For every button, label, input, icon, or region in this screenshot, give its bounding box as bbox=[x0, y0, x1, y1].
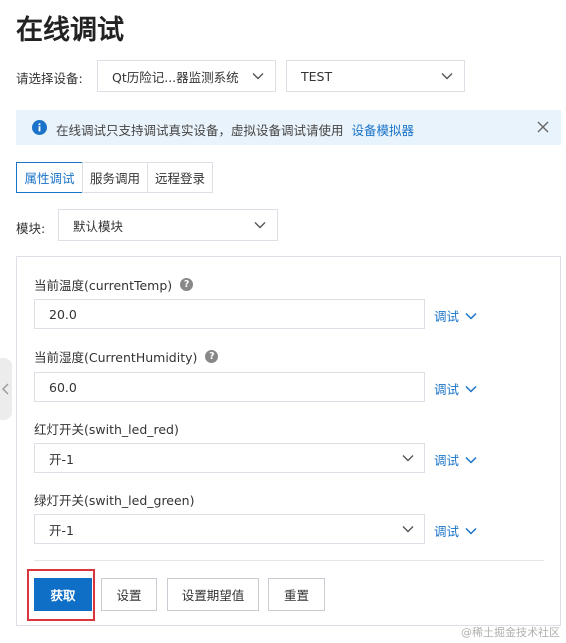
chevron-down-icon bbox=[465, 527, 477, 535]
chevron-down-icon bbox=[402, 526, 414, 533]
device-select-value: TEST bbox=[301, 68, 333, 84]
device-simulator-link[interactable]: 设备模拟器 bbox=[352, 123, 415, 138]
tab-label: 属性调试 bbox=[24, 171, 75, 186]
field-label-text: 当前温度(currentTemp) bbox=[34, 278, 173, 293]
field-label-text: 当前湿度(CurrentHumidity) bbox=[34, 350, 198, 365]
select-value: 开-1 bbox=[49, 451, 74, 467]
module-select[interactable]: 默认模块 bbox=[58, 209, 278, 241]
chevron-down-icon bbox=[402, 455, 414, 462]
info-alert: 在线调试只支持调试真实设备，虚拟设备调试请使用 设备模拟器 bbox=[16, 110, 561, 145]
led-green-select[interactable]: 开-1 bbox=[34, 514, 425, 544]
tab-label: 远程登录 bbox=[154, 171, 205, 186]
info-icon bbox=[32, 120, 47, 135]
field-label-current-humidity: 当前湿度(CurrentHumidity) ? bbox=[34, 347, 219, 366]
chevron-left-icon bbox=[2, 383, 9, 395]
led-red-select[interactable]: 开-1 bbox=[34, 443, 425, 473]
field-label-text: 绿灯开关(swith_led_green) bbox=[34, 493, 195, 508]
select-value: 开-1 bbox=[49, 522, 74, 538]
set-expected-button[interactable]: 设置期望值 bbox=[167, 578, 259, 611]
current-temp-input[interactable]: 20.0 bbox=[34, 299, 425, 329]
module-label: 模块: bbox=[16, 221, 46, 236]
input-value: 60.0 bbox=[49, 379, 77, 395]
button-label: 设置 bbox=[116, 588, 142, 603]
tab-property-debug[interactable]: 属性调试 bbox=[16, 162, 83, 193]
debug-toggle[interactable]: 调试 bbox=[434, 521, 477, 540]
tab-service-call[interactable]: 服务调用 bbox=[82, 162, 148, 193]
debug-toggle[interactable]: 调试 bbox=[434, 379, 477, 398]
input-value: 20.0 bbox=[49, 306, 77, 322]
button-label: 获取 bbox=[50, 588, 76, 603]
tab-label: 服务调用 bbox=[89, 171, 140, 186]
chevron-down-icon bbox=[441, 73, 453, 80]
module-select-value: 默认模块 bbox=[73, 218, 124, 234]
chevron-down-icon bbox=[252, 73, 264, 80]
debug-toggle[interactable]: 调试 bbox=[434, 450, 477, 469]
chevron-down-icon bbox=[254, 222, 266, 229]
field-label-led-red: 红灯开关(swith_led_red) bbox=[34, 419, 179, 438]
page-title: 在线调试 bbox=[16, 15, 124, 46]
debug-toggle[interactable]: 调试 bbox=[434, 306, 477, 325]
debug-label: 调试 bbox=[434, 382, 460, 397]
help-icon[interactable]: ? bbox=[205, 350, 219, 363]
tab-remote-login[interactable]: 远程登录 bbox=[147, 162, 213, 193]
device-select-label: 请选择设备: bbox=[16, 71, 83, 86]
watermark: @稀土掘金技术社区 bbox=[461, 626, 560, 639]
reset-button[interactable]: 重置 bbox=[268, 578, 325, 611]
device-select[interactable]: TEST bbox=[286, 60, 465, 92]
product-select-value: Qt历险记...器监测系统 bbox=[112, 69, 239, 85]
chevron-down-icon bbox=[465, 312, 477, 320]
button-label: 设置期望值 bbox=[181, 588, 245, 603]
collapse-handle[interactable] bbox=[0, 358, 12, 420]
divider bbox=[34, 560, 544, 561]
set-button[interactable]: 设置 bbox=[101, 578, 157, 611]
current-humidity-input[interactable]: 60.0 bbox=[34, 372, 425, 402]
chevron-down-icon bbox=[465, 456, 477, 464]
field-label-text: 红灯开关(swith_led_red) bbox=[34, 422, 179, 437]
product-select[interactable]: Qt历险记...器监测系统 bbox=[97, 60, 276, 92]
debug-label: 调试 bbox=[434, 309, 460, 324]
alert-message: 在线调试只支持调试真实设备，虚拟设备调试请使用 bbox=[56, 123, 344, 138]
field-label-led-green: 绿灯开关(swith_led_green) bbox=[34, 490, 195, 509]
chevron-down-icon bbox=[465, 385, 477, 393]
field-label-current-temp: 当前温度(currentTemp) ? bbox=[34, 275, 194, 294]
help-icon[interactable]: ? bbox=[180, 278, 194, 291]
debug-label: 调试 bbox=[434, 524, 460, 539]
button-label: 重置 bbox=[283, 588, 309, 603]
debug-label: 调试 bbox=[434, 453, 460, 468]
close-icon[interactable] bbox=[537, 121, 549, 133]
get-button[interactable]: 获取 bbox=[34, 578, 92, 611]
